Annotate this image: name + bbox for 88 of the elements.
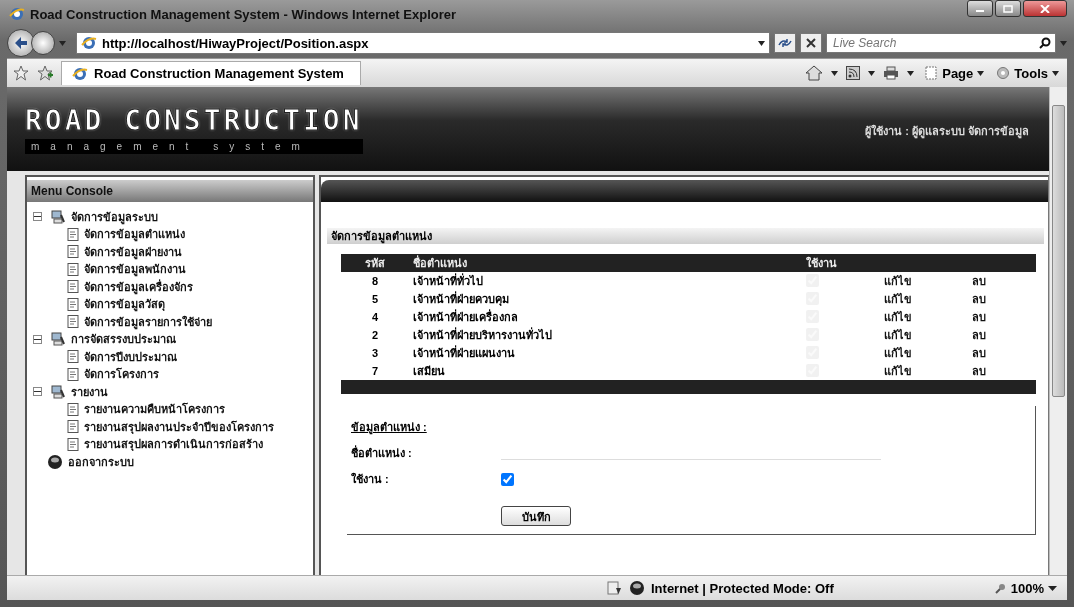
ie-logo-icon: [72, 65, 88, 82]
scrollbar[interactable]: [1049, 87, 1067, 575]
table-cell-text: 3: [370, 346, 380, 361]
forward-button[interactable]: [31, 31, 55, 55]
table-cell-text: 2: [370, 328, 380, 343]
refresh-icon: [778, 38, 792, 48]
expand-toggle[interactable]: [33, 334, 42, 344]
close-button[interactable]: [1023, 0, 1067, 17]
printer-icon[interactable]: [883, 66, 900, 80]
maximize-icon: [1003, 4, 1013, 13]
home-icon[interactable]: [805, 65, 824, 81]
table-cell-text: เจ้าหน้าที่ฝ่ายแผนงาน: [412, 344, 516, 361]
refresh-button[interactable]: [774, 33, 796, 53]
table-cell: เจ้าหน้าที่ทั่วไป: [409, 272, 802, 290]
menu-item[interactable]: จัดการปีงบประมาณ: [84, 347, 177, 366]
search-field[interactable]: Live Search: [826, 33, 1056, 53]
menu-item[interactable]: จัดการโครงการ: [84, 365, 159, 384]
active-checkbox[interactable]: [501, 472, 514, 486]
search-icon[interactable]: [1039, 37, 1051, 49]
browser-tab[interactable]: Road Construction Management System: [61, 61, 361, 85]
menu-item[interactable]: จัดการข้อมูลวัสดุ: [84, 295, 165, 314]
field-label: ใช้งาน :: [351, 471, 390, 487]
caret-icon[interactable]: [831, 70, 839, 76]
form-title: ข้อมูลตำแหน่ง :: [351, 420, 428, 436]
add-favorites-icon[interactable]: [37, 65, 53, 81]
menu-item[interactable]: ออกจากระบบ: [68, 452, 134, 471]
table-cell-text: เจ้าหน้าที่ฝ่ายเครื่องกล: [412, 308, 519, 325]
user-label: ผู้ใช้งาน : ผู้ดูแลระบบ จัดการข้อมูล: [865, 123, 1029, 140]
logo-subtitle: management system: [25, 139, 363, 154]
favorites-star-icon[interactable]: [13, 65, 29, 81]
menu-item[interactable]: จัดการข้อมูลรายการใช้จ่าย: [84, 312, 212, 331]
table-cell-text: 5: [370, 292, 380, 307]
gear-icon: [996, 66, 1011, 80]
save-button[interactable]: บันทึก: [501, 506, 571, 526]
feed-icon[interactable]: [846, 66, 861, 80]
caret-icon[interactable]: [758, 40, 765, 46]
column-header: ชื่อตำแหน่ง: [409, 254, 802, 272]
menu-item[interactable]: จัดการข้อมูลเครื่องจักร: [84, 277, 193, 296]
computer-icon: [50, 383, 66, 400]
section-title: จัดการข้อมูลตำแหน่ง: [327, 228, 1044, 244]
expand-toggle[interactable]: [33, 387, 42, 397]
ie-logo-icon: [9, 6, 25, 22]
close-icon: [1040, 4, 1050, 13]
computer-icon: [50, 208, 66, 225]
table-cell-text: เจ้าหน้าที่ฝ่ายบริหารงานทั่วไป: [412, 326, 553, 343]
table-cell: 8: [341, 272, 409, 290]
menu-item[interactable]: รายงานสรุปผลงานประจำปีของโครงการ: [84, 417, 274, 436]
field-label: ชื่อตำแหน่ง :: [351, 444, 413, 461]
menu-item[interactable]: จัดการข้อมูลฝ่ายงาน: [84, 242, 182, 261]
globe-icon: [629, 580, 645, 596]
computer-icon: [50, 331, 66, 348]
back-button[interactable]: [7, 29, 35, 57]
table-cell: เสมียน: [409, 362, 802, 380]
menu-item[interactable]: จัดการข้อมูลตำแหน่ง: [84, 225, 185, 244]
maximize-button[interactable]: [995, 0, 1021, 17]
menu-item[interactable]: จัดการข้อมูลพนักงาน: [84, 260, 186, 279]
security-icon: [607, 580, 623, 596]
stop-button[interactable]: [800, 33, 822, 53]
menu-item[interactable]: จัดการข้อมูลระบบ: [71, 207, 158, 226]
caret-icon: [1052, 70, 1059, 76]
table-cell-text: เจ้าหน้าที่ฝ่ายควบคุม: [412, 290, 510, 308]
address-field[interactable]: http://localhost/HiwayProject/Position.aspx: [76, 32, 770, 54]
column-header: รหัส: [341, 254, 409, 272]
command-menu[interactable]: Page: [922, 65, 987, 81]
minimize-button[interactable]: [967, 0, 993, 17]
command-menu[interactable]: Tools: [994, 65, 1061, 81]
menu-item[interactable]: รายงานสรุปผลการดำเนินการก่อสร้าง: [84, 435, 263, 454]
stop-icon: [806, 38, 816, 48]
menu-item[interactable]: รายงาน: [71, 382, 108, 401]
search-input[interactable]: Live Search: [831, 35, 1039, 51]
expand-toggle[interactable]: [33, 212, 42, 222]
column-header: ใช้งาน: [802, 254, 880, 272]
security-zone: Internet | Protected Mode: Off: [651, 580, 834, 596]
table-cell: 7: [341, 362, 409, 380]
table-cell-text: 4: [370, 310, 380, 325]
caret-icon[interactable]: [907, 70, 915, 76]
caret-icon: [1048, 585, 1057, 591]
caret-icon[interactable]: [868, 70, 876, 76]
caret-icon: [977, 70, 985, 76]
menu-item[interactable]: การจัดสรรงบประมาณ: [71, 330, 176, 349]
back-arrow-icon: [14, 37, 28, 49]
globe-icon: [47, 453, 63, 470]
zoom-control[interactable]: 100%: [994, 580, 1057, 596]
menu-item[interactable]: รายงานความคืบหน้าโครงการ: [84, 400, 225, 419]
window-title: Road Construction Management System - Windows Internet Explorer: [30, 6, 458, 22]
logo-title: ROAD CONSTRUCTION: [25, 104, 363, 137]
zoom-icon: [994, 582, 1007, 594]
sidebar-title: Menu Console: [27, 180, 313, 202]
